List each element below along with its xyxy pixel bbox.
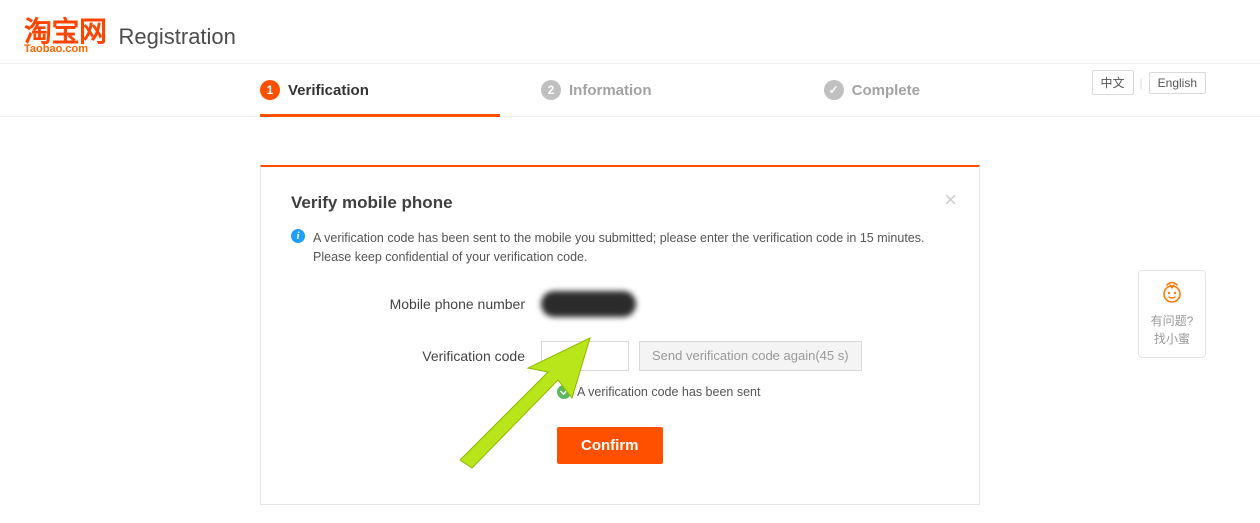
help-widget[interactable]: 有问题? 找小蜜 (1138, 270, 1206, 358)
info-icon: i (291, 229, 305, 243)
success-check-icon (557, 385, 571, 399)
help-mascot-icon (1139, 279, 1205, 311)
notice-text: A verification code has been sent to the… (313, 229, 949, 267)
language-switcher: 中文 | English (1092, 70, 1207, 95)
notice-box: i A verification code has been sent to t… (291, 229, 949, 267)
sent-confirmation: A verification code has been sent (557, 385, 949, 399)
page-title: Registration (119, 24, 236, 50)
lang-separator: | (1140, 76, 1143, 90)
confirm-button[interactable]: Confirm (557, 427, 663, 464)
page-header: 淘宝网 Taobao.com Registration (0, 0, 1260, 63)
resend-code-button[interactable]: Send verification code again(45 s) (639, 341, 862, 371)
verification-code-input[interactable] (541, 341, 629, 371)
label-phone: Mobile phone number (291, 296, 541, 312)
check-icon: ✓ (824, 80, 844, 100)
step-complete: ✓ Complete (824, 80, 920, 100)
help-text-line2: 找小蜜 (1139, 331, 1205, 347)
verify-panel: Verify mobile phone × i A verification c… (260, 165, 980, 505)
help-text-line1: 有问题? (1139, 313, 1205, 329)
step-verification: 1 Verification (260, 80, 369, 100)
sent-text: A verification code has been sent (577, 385, 760, 399)
step-information: 2 Information (541, 80, 652, 100)
step-1-label: Verification (288, 82, 369, 99)
row-code: Verification code Send verification code… (291, 341, 949, 371)
logo-sub-text: Taobao.com (24, 44, 107, 55)
lang-en-button[interactable]: English (1149, 72, 1206, 94)
step-1-number: 1 (260, 80, 280, 100)
taobao-logo[interactable]: 淘宝网 Taobao.com (24, 18, 107, 55)
step-2-number: 2 (541, 80, 561, 100)
row-phone: Mobile phone number (291, 291, 949, 317)
step-2-label: Information (569, 82, 652, 99)
active-step-underline (260, 114, 500, 117)
step-3-label: Complete (852, 82, 920, 99)
step-bar: 1 Verification 2 Information ✓ Complete … (0, 63, 1260, 117)
lang-zh-button[interactable]: 中文 (1092, 70, 1134, 95)
phone-number-redacted (541, 291, 636, 317)
panel-title: Verify mobile phone (291, 193, 949, 213)
logo-main-text: 淘宝网 (24, 18, 107, 46)
label-code: Verification code (291, 348, 541, 364)
close-icon[interactable]: × (944, 189, 957, 211)
